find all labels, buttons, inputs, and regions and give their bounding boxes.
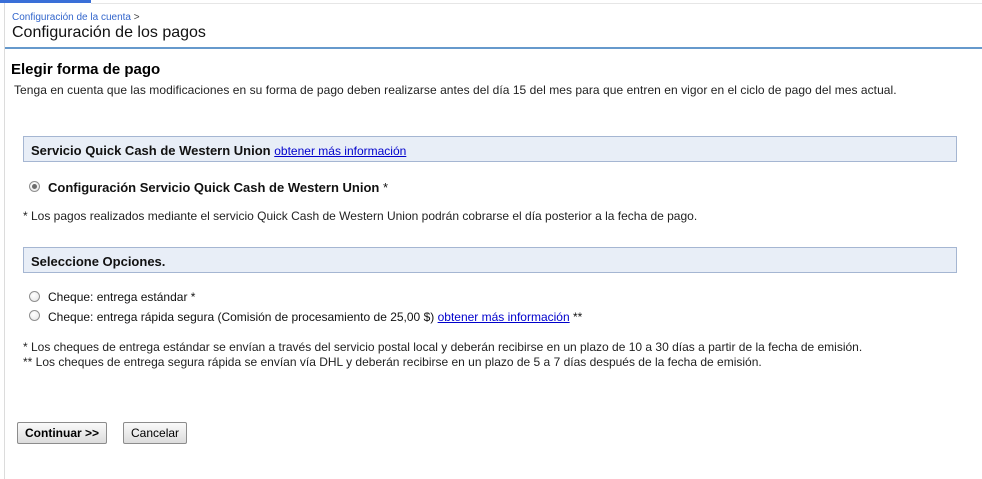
western-union-header-title: Servicio Quick Cash de Western Union (31, 143, 271, 158)
cheque-express-note: ** Los cheques de entrega segura rápida … (23, 355, 762, 369)
top-accent-bar (0, 0, 91, 3)
options-header-title: Seleccione Opciones. (31, 254, 166, 269)
cheque-express-option[interactable]: Cheque: entrega rápida segura (Comisión … (48, 310, 582, 324)
required-asterisk: * (382, 180, 389, 195)
cheque-standard-note: * Los cheques de entrega estándar se env… (23, 340, 863, 354)
western-union-option-label: Configuración Servicio Quick Cash de Wes… (48, 180, 380, 195)
payment-change-notice: Tenga en cuenta que las modificaciones e… (14, 83, 897, 97)
western-union-radio[interactable] (29, 181, 40, 192)
title-divider (5, 47, 982, 49)
breadcrumb-link-account-settings[interactable]: Configuración de la cuenta (12, 12, 131, 23)
western-union-note: * Los pagos realizados mediante el servi… (23, 209, 698, 223)
options-header: Seleccione Opciones. (23, 247, 957, 273)
cancel-button[interactable]: Cancelar (123, 422, 188, 444)
breadcrumb: Configuración de la cuenta > (12, 12, 140, 23)
cheque-express-suffix: ** (573, 310, 583, 324)
breadcrumb-separator: > (133, 12, 140, 23)
western-union-info-link[interactable]: obtener más información (274, 144, 406, 158)
section-title: Elegir forma de pago (11, 61, 161, 78)
cheque-express-info-link[interactable]: obtener más información (438, 310, 570, 324)
left-border (4, 3, 5, 479)
western-union-header: Servicio Quick Cash de Western Union obt… (23, 136, 957, 162)
cheque-standard-label[interactable]: Cheque: entrega estándar * (48, 290, 195, 304)
cheque-standard-radio[interactable] (29, 291, 40, 302)
continue-button[interactable]: Continuar >> (17, 422, 108, 444)
page-title: Configuración de los pagos (12, 24, 206, 41)
top-divider (91, 3, 982, 4)
cheque-express-label: Cheque: entrega rápida segura (Comisión … (48, 310, 435, 324)
cheque-express-radio[interactable] (29, 310, 40, 321)
western-union-option[interactable]: Configuración Servicio Quick Cash de Wes… (48, 180, 388, 195)
